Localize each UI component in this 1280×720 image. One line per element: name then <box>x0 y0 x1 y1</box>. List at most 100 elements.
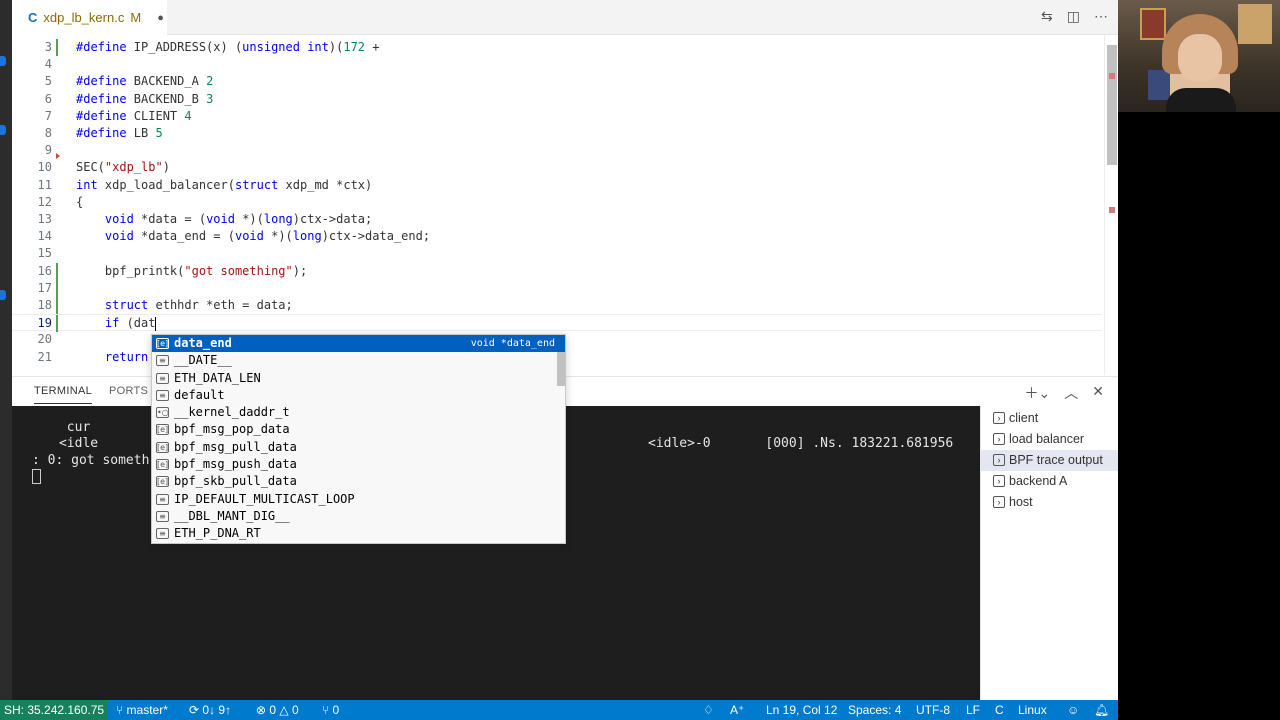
git-deletion-marker[interactable] <box>56 153 60 160</box>
terminal-icon: › <box>993 412 1005 424</box>
git-change-marker[interactable] <box>56 297 58 314</box>
git-change-marker[interactable] <box>56 262 58 280</box>
line-number: 6 <box>44 91 52 106</box>
indentation[interactable]: Spaces: 4 <box>848 700 901 720</box>
code-line[interactable]: 14 void *data_end = (void *)(long)ctx->d… <box>12 228 1102 245</box>
constant-icon: ≡ <box>156 389 169 401</box>
close-panel-icon[interactable]: ✕ <box>1092 383 1104 403</box>
more-actions-icon[interactable]: ⋯ <box>1094 8 1108 25</box>
line-number: 18 <box>37 298 52 312</box>
suggestion-item[interactable]: [e] bpf_msg_push_data <box>152 456 565 473</box>
autocomplete-widget[interactable]: [e] data_end void *data_end ≡ __DATE__ ≡ ETH_D… <box>151 334 566 544</box>
code-line[interactable]: 16 bpf_printk("got something"); <box>12 262 1102 280</box>
editor-scrollbar[interactable] <box>1104 35 1118 375</box>
line-number: 10 <box>37 160 52 175</box>
variable-icon: [e] <box>156 338 169 349</box>
suggestion-item[interactable]: ≡ IP_DEFAULT_MULTICAST_LOOP <box>152 491 565 508</box>
accessibility-icon[interactable]: A⁺ <box>730 700 744 720</box>
new-terminal-icon[interactable]: ＋⌄ <box>1025 383 1051 403</box>
code-editor[interactable]: 3 #define IP_ADDRESS(x) (unsigned int)(17… <box>12 35 1118 375</box>
unsaved-dot-icon[interactable]: ● <box>157 12 164 24</box>
code-line[interactable]: 10 SEC("xdp_lb") <box>12 153 1102 176</box>
editor-tab[interactable]: C xdp_lb_kern.c M ● <box>12 0 167 35</box>
code-line[interactable]: 12 { <box>12 194 1102 211</box>
terminal-icon: › <box>993 454 1005 466</box>
bell-icon[interactable]: 🔔︎ <box>1094 700 1109 720</box>
terminal-instance[interactable]: › BPF trace output <box>981 450 1118 471</box>
suggestion-item[interactable]: ≡ default <box>152 387 565 404</box>
problems-status[interactable]: ⊗ 0 △ 0 <box>256 700 299 720</box>
git-change-marker[interactable] <box>56 39 58 56</box>
terminal-icon: › <box>993 433 1005 445</box>
suggestion-item[interactable]: ≡ __DATE__ <box>152 352 565 369</box>
sync-status[interactable]: ⟳ 0↓ 9↑ <box>189 700 231 720</box>
line-code: void *data_end = (void *)(long)ctx->data… <box>104 229 431 244</box>
branch-status[interactable]: ⑂ master* <box>116 700 168 720</box>
webcam-panel <box>1118 0 1280 720</box>
line-code: #define BACKEND_B 3 <box>76 91 214 106</box>
line-code: #define IP_ADDRESS(x) (unsigned int)(172… <box>76 40 387 54</box>
tab-modified-status: M <box>130 10 142 25</box>
suggestion-label: default <box>174 387 225 402</box>
os-indicator[interactable]: Linux <box>1018 700 1047 720</box>
autocomplete-scrollbar[interactable] <box>557 352 565 386</box>
terminal-instance[interactable]: › backend A <box>981 471 1118 492</box>
notifications-bell-icon[interactable]: ♢ <box>703 700 714 720</box>
status-bar: SH: 35.242.160.75 ⑂ master* ⟳ 0↓ 9↑ ⊗ 0 … <box>0 700 1118 720</box>
code-line[interactable]: 9 <box>12 142 1102 159</box>
feedback-icon[interactable]: ☺ <box>1067 700 1079 720</box>
line-number: 9 <box>44 143 52 158</box>
tab-ports[interactable]: PORTS <box>109 385 148 397</box>
code-line[interactable]: 18 struct ethhdr *eth = data; <box>12 297 1102 314</box>
end-of-line[interactable]: LF <box>966 700 980 720</box>
cursor-position[interactable]: Ln 19, Col 12 <box>766 700 837 720</box>
line-code: SEC("xdp_lb") <box>76 160 170 175</box>
line-code: #define LB 5 <box>76 126 163 140</box>
code-line[interactable]: 13 void *data = (void *)(long)ctx->data; <box>12 211 1102 228</box>
webcam-video <box>1118 0 1280 112</box>
suggestion-item[interactable]: •○ __kernel_daddr_t <box>152 404 565 421</box>
code-line[interactable]: 6 #define BACKEND_B 3 <box>12 91 1102 108</box>
line-number: 15 <box>37 246 52 261</box>
git-change-marker[interactable] <box>56 279 58 297</box>
terminal-instance[interactable]: › client <box>981 408 1118 429</box>
code-line[interactable]: 5 #define BACKEND_A 2 <box>12 73 1102 90</box>
suggestion-item[interactable]: ≡ ETH_P_DNA_RT <box>152 525 565 542</box>
suggestion-item[interactable]: ≡ __DBL_MANT_DIG__ <box>152 508 565 525</box>
suggestion-item[interactable]: [e] bpf_msg_pop_data <box>152 421 565 438</box>
code-line[interactable]: 17 <box>12 279 1102 297</box>
code-line[interactable]: 7 #define CLIENT 4 <box>12 108 1102 125</box>
suggestion-label: ETH_DATA_LEN <box>174 370 261 385</box>
line-number: 17 <box>37 280 52 295</box>
line-number: 14 <box>37 229 52 244</box>
terminal-instance[interactable]: › load balancer <box>981 429 1118 450</box>
code-line[interactable]: 8 #define LB 5 <box>12 125 1102 142</box>
git-change-marker[interactable] <box>56 315 58 333</box>
maximize-panel-icon[interactable]: ︿ <box>1064 383 1078 403</box>
variable-icon: [e] <box>156 441 169 453</box>
suggestion-label: IP_DEFAULT_MULTICAST_LOOP <box>174 491 355 506</box>
text-cursor <box>155 316 157 331</box>
ports-status[interactable]: ⑂ 0 <box>322 700 339 720</box>
error-icon: ⊗ <box>256 703 270 717</box>
split-editor-icon[interactable]: ◫ <box>1067 8 1080 25</box>
remote-indicator[interactable]: SH: 35.242.160.75 <box>0 700 108 720</box>
suggestion-item[interactable]: [e] data_end void *data_end <box>152 335 565 353</box>
branch-name: master* <box>126 703 168 717</box>
code-line[interactable]: 19 if (dat <box>12 314 1102 333</box>
code-line[interactable]: 4 <box>12 56 1102 73</box>
code-line[interactable]: 3 #define IP_ADDRESS(x) (unsigned int)(17… <box>12 39 1102 56</box>
branch-icon: ⑂ <box>116 703 127 717</box>
terminal-instance[interactable]: › host <box>981 492 1118 513</box>
scrollbar-thumb[interactable] <box>1107 45 1117 165</box>
code-line[interactable]: 15 <box>12 245 1102 262</box>
language-mode[interactable]: C <box>995 700 1004 720</box>
line-number: 13 <box>37 212 52 226</box>
compare-changes-icon[interactable]: ⇆ <box>1041 8 1053 25</box>
suggestion-item[interactable]: [e] bpf_msg_pull_data <box>152 439 565 456</box>
suggestion-item[interactable]: [e] bpf_skb_pull_data <box>152 473 565 490</box>
suggestion-item[interactable]: ≡ ETH_DATA_LEN <box>152 370 565 387</box>
encoding[interactable]: UTF-8 <box>916 700 950 720</box>
code-line[interactable]: 11 int xdp_load_balancer(struct xdp_md *c… <box>12 177 1102 194</box>
tab-terminal[interactable]: TERMINAL <box>34 385 93 404</box>
